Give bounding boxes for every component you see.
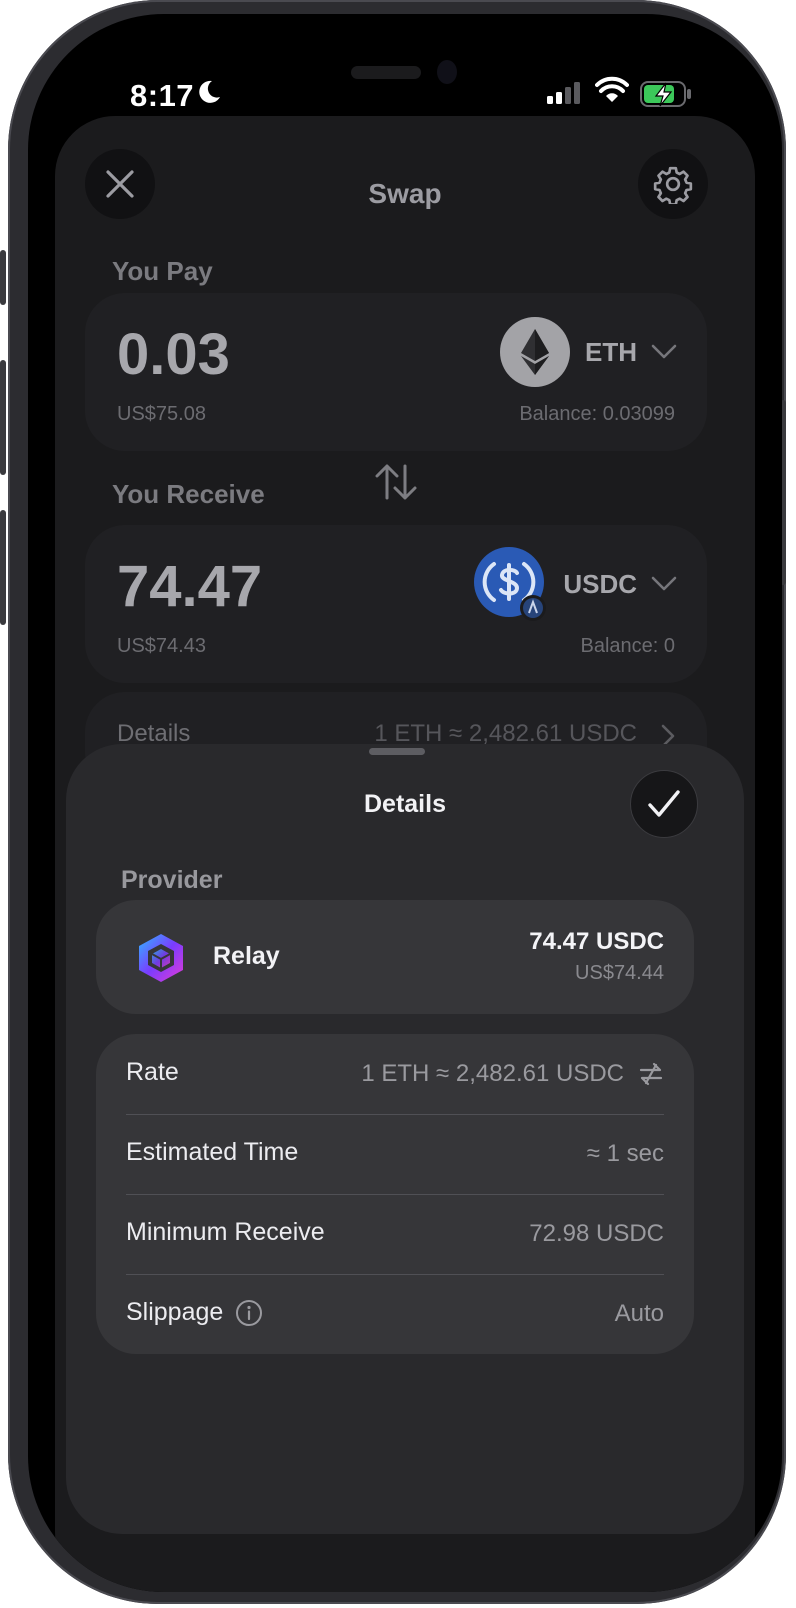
pay-usd-value: US$75.08	[117, 403, 206, 425]
receive-token-symbol: USDC	[563, 568, 637, 599]
details-sheet: Details Provider Relay 74.47 USDC US$74.…	[66, 744, 744, 1534]
status-time: 8:17	[130, 78, 195, 113]
receive-amount: 74.47	[117, 554, 263, 619]
moon-icon	[199, 80, 220, 103]
relay-logo	[139, 934, 183, 982]
pay-token-symbol: ETH	[585, 336, 637, 367]
chevron-down-icon	[651, 344, 677, 359]
slippage-value: Auto	[614, 1300, 664, 1327]
receive-usd-value: US$74.43	[117, 635, 206, 657]
minimum-receive-label: Minimum Receive	[126, 1218, 325, 1246]
slippage-row[interactable]: Slippage Auto	[126, 1274, 664, 1354]
provider-name: Relay	[213, 942, 280, 970]
sheet-grabber[interactable]	[369, 748, 425, 755]
receive-balance: Balance: 0	[580, 635, 675, 657]
pay-label: You Pay	[112, 256, 213, 286]
rate-value-group: 1 ETH ≈ 2,482.61 USDC	[361, 1060, 664, 1088]
provider-amount: 74.47 USDC	[529, 928, 664, 955]
provider-label: Provider	[121, 866, 223, 894]
action-button	[0, 250, 6, 305]
estimated-time-row: Estimated Time ≈ 1 sec	[126, 1114, 664, 1194]
wifi-icon	[595, 76, 629, 102]
battery-charging-icon	[640, 81, 691, 107]
gear-icon	[653, 166, 693, 204]
cellular-signal-icon	[547, 82, 580, 104]
swap-rate-icon[interactable]	[638, 1062, 664, 1086]
volume-down-button	[0, 510, 6, 625]
receive-token-selector[interactable]: USDC	[473, 547, 677, 621]
estimated-time-value: ≈ 1 sec	[586, 1140, 664, 1167]
pay-amount[interactable]: 0.03	[117, 321, 230, 388]
receive-label: You Receive	[112, 479, 265, 509]
rate-row: Rate 1 ETH ≈ 2,482.61 USDC	[126, 1034, 664, 1114]
status-bar: 8:17	[28, 14, 782, 124]
screen: 8:17 Swap You Pay 0.03 US$75.08 ETH Bala…	[28, 14, 782, 1592]
confirm-button[interactable]	[630, 770, 698, 838]
dynamic-island	[351, 54, 457, 90]
eth-icon	[500, 317, 570, 387]
pay-token-selector[interactable]: ETH	[499, 315, 677, 389]
details-info-card: Rate 1 ETH ≈ 2,482.61 USDC Estimated Tim…	[96, 1034, 694, 1354]
device-frame: 8:17 Swap You Pay 0.03 US$75.08 ETH Bala…	[0, 0, 786, 1604]
usdc-icon	[474, 547, 547, 621]
estimated-time-label: Estimated Time	[126, 1138, 299, 1166]
minimum-receive-row: Minimum Receive 72.98 USDC	[126, 1194, 664, 1274]
checkmark-icon	[648, 790, 680, 817]
settings-button[interactable]	[638, 149, 708, 219]
minimum-receive-value: 72.98 USDC	[529, 1220, 664, 1247]
info-icon[interactable]	[235, 1299, 263, 1327]
slippage-label-group: Slippage	[126, 1298, 263, 1327]
rate-value: 1 ETH ≈ 2,482.61 USDC	[361, 1060, 624, 1087]
pay-balance: Balance: 0.03099	[519, 403, 675, 425]
slippage-label: Slippage	[126, 1298, 224, 1326]
pay-card: 0.03 US$75.08 ETH Balance: 0.03099	[85, 293, 707, 451]
volume-up-button	[0, 360, 6, 475]
provider-usd-value: US$74.44	[575, 962, 664, 984]
swap-arrows-icon[interactable]	[374, 462, 418, 502]
chevron-down-icon	[651, 576, 677, 591]
provider-card[interactable]: Relay 74.47 USDC US$74.44	[96, 900, 694, 1014]
receive-card: 74.47 US$74.43 USDC Balance: 0	[85, 525, 707, 683]
rate-label: Rate	[126, 1058, 179, 1086]
